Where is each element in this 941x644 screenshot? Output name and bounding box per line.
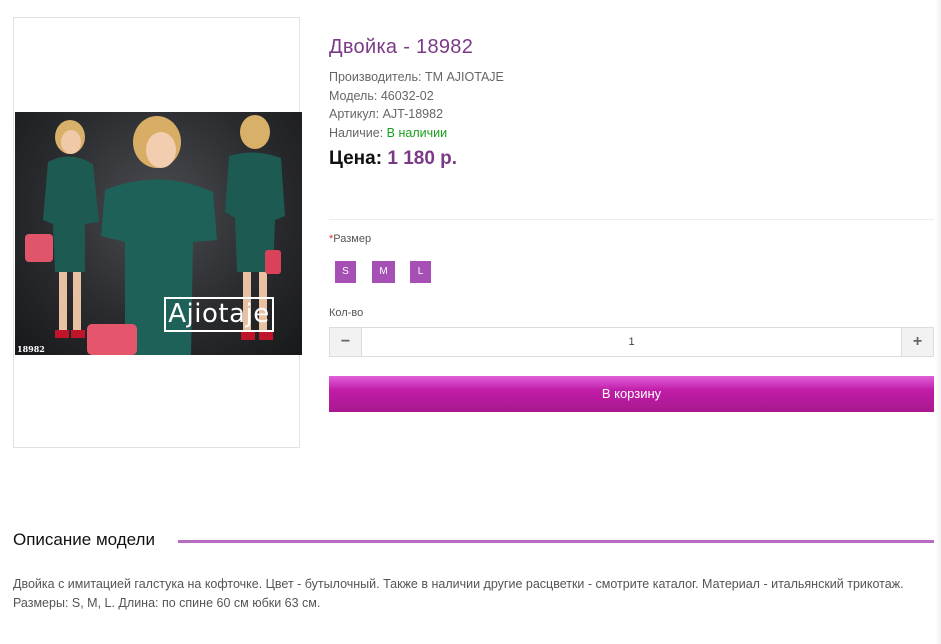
manufacturer-row: Производитель: ТМ AJIOTAJE [329,68,504,87]
photo-code: 18982 [17,344,45,354]
divider [329,219,934,220]
model-label: Модель: [329,88,378,103]
price-value: 1 180 р. [387,148,458,169]
product-photo[interactable]: Ajiotaje 18982 [15,112,302,355]
product-image-frame[interactable]: Ajiotaje 18982 [13,17,302,448]
model-value: 46032-02 [380,88,434,103]
description-heading: Описание модели [13,530,163,550]
size-label: *Размер [329,233,371,245]
sku-label: Артикул: [329,107,380,121]
availability-label: Наличие: [329,125,384,140]
price: Цена: 1 180 р. [329,148,457,170]
quantity-input[interactable] [362,328,901,356]
model-row: Модель: 46032-02 [329,87,504,106]
brand-watermark: Ajiotaje [164,297,274,332]
minus-icon: − [340,333,351,350]
size-option-m[interactable]: M [372,261,395,283]
size-option-l[interactable]: L [410,261,431,283]
add-to-cart-button[interactable]: В корзину [329,376,934,412]
manufacturer-label: Производитель: [329,70,422,84]
product-title: Двойка - 18982 [329,36,474,58]
sku-row: Артикул: AJT-18982 [329,105,504,124]
description-heading-line [178,540,934,543]
quantity-increase-button[interactable]: + [901,328,933,356]
availability-row: Наличие: В наличии [329,124,504,143]
sku-value: AJT-18982 [382,107,444,121]
quantity-decrease-button[interactable]: − [330,328,362,356]
quantity-stepper: − + [329,327,934,357]
description-text: Двойка с имитацией галстука на кофточке.… [13,577,904,610]
availability-value: В наличии [386,125,448,140]
size-label-text: Размер [333,233,372,245]
page-edge-shadow [935,0,941,644]
plus-icon: + [912,333,923,350]
price-label: Цена: [329,148,383,169]
size-option-s[interactable]: S [335,261,356,283]
product-info: Производитель: ТМ AJIOTAJE Модель: 46032… [329,68,504,142]
quantity-label: Кол-во [329,307,364,319]
manufacturer-value[interactable]: ТМ AJIOTAJE [425,70,504,84]
